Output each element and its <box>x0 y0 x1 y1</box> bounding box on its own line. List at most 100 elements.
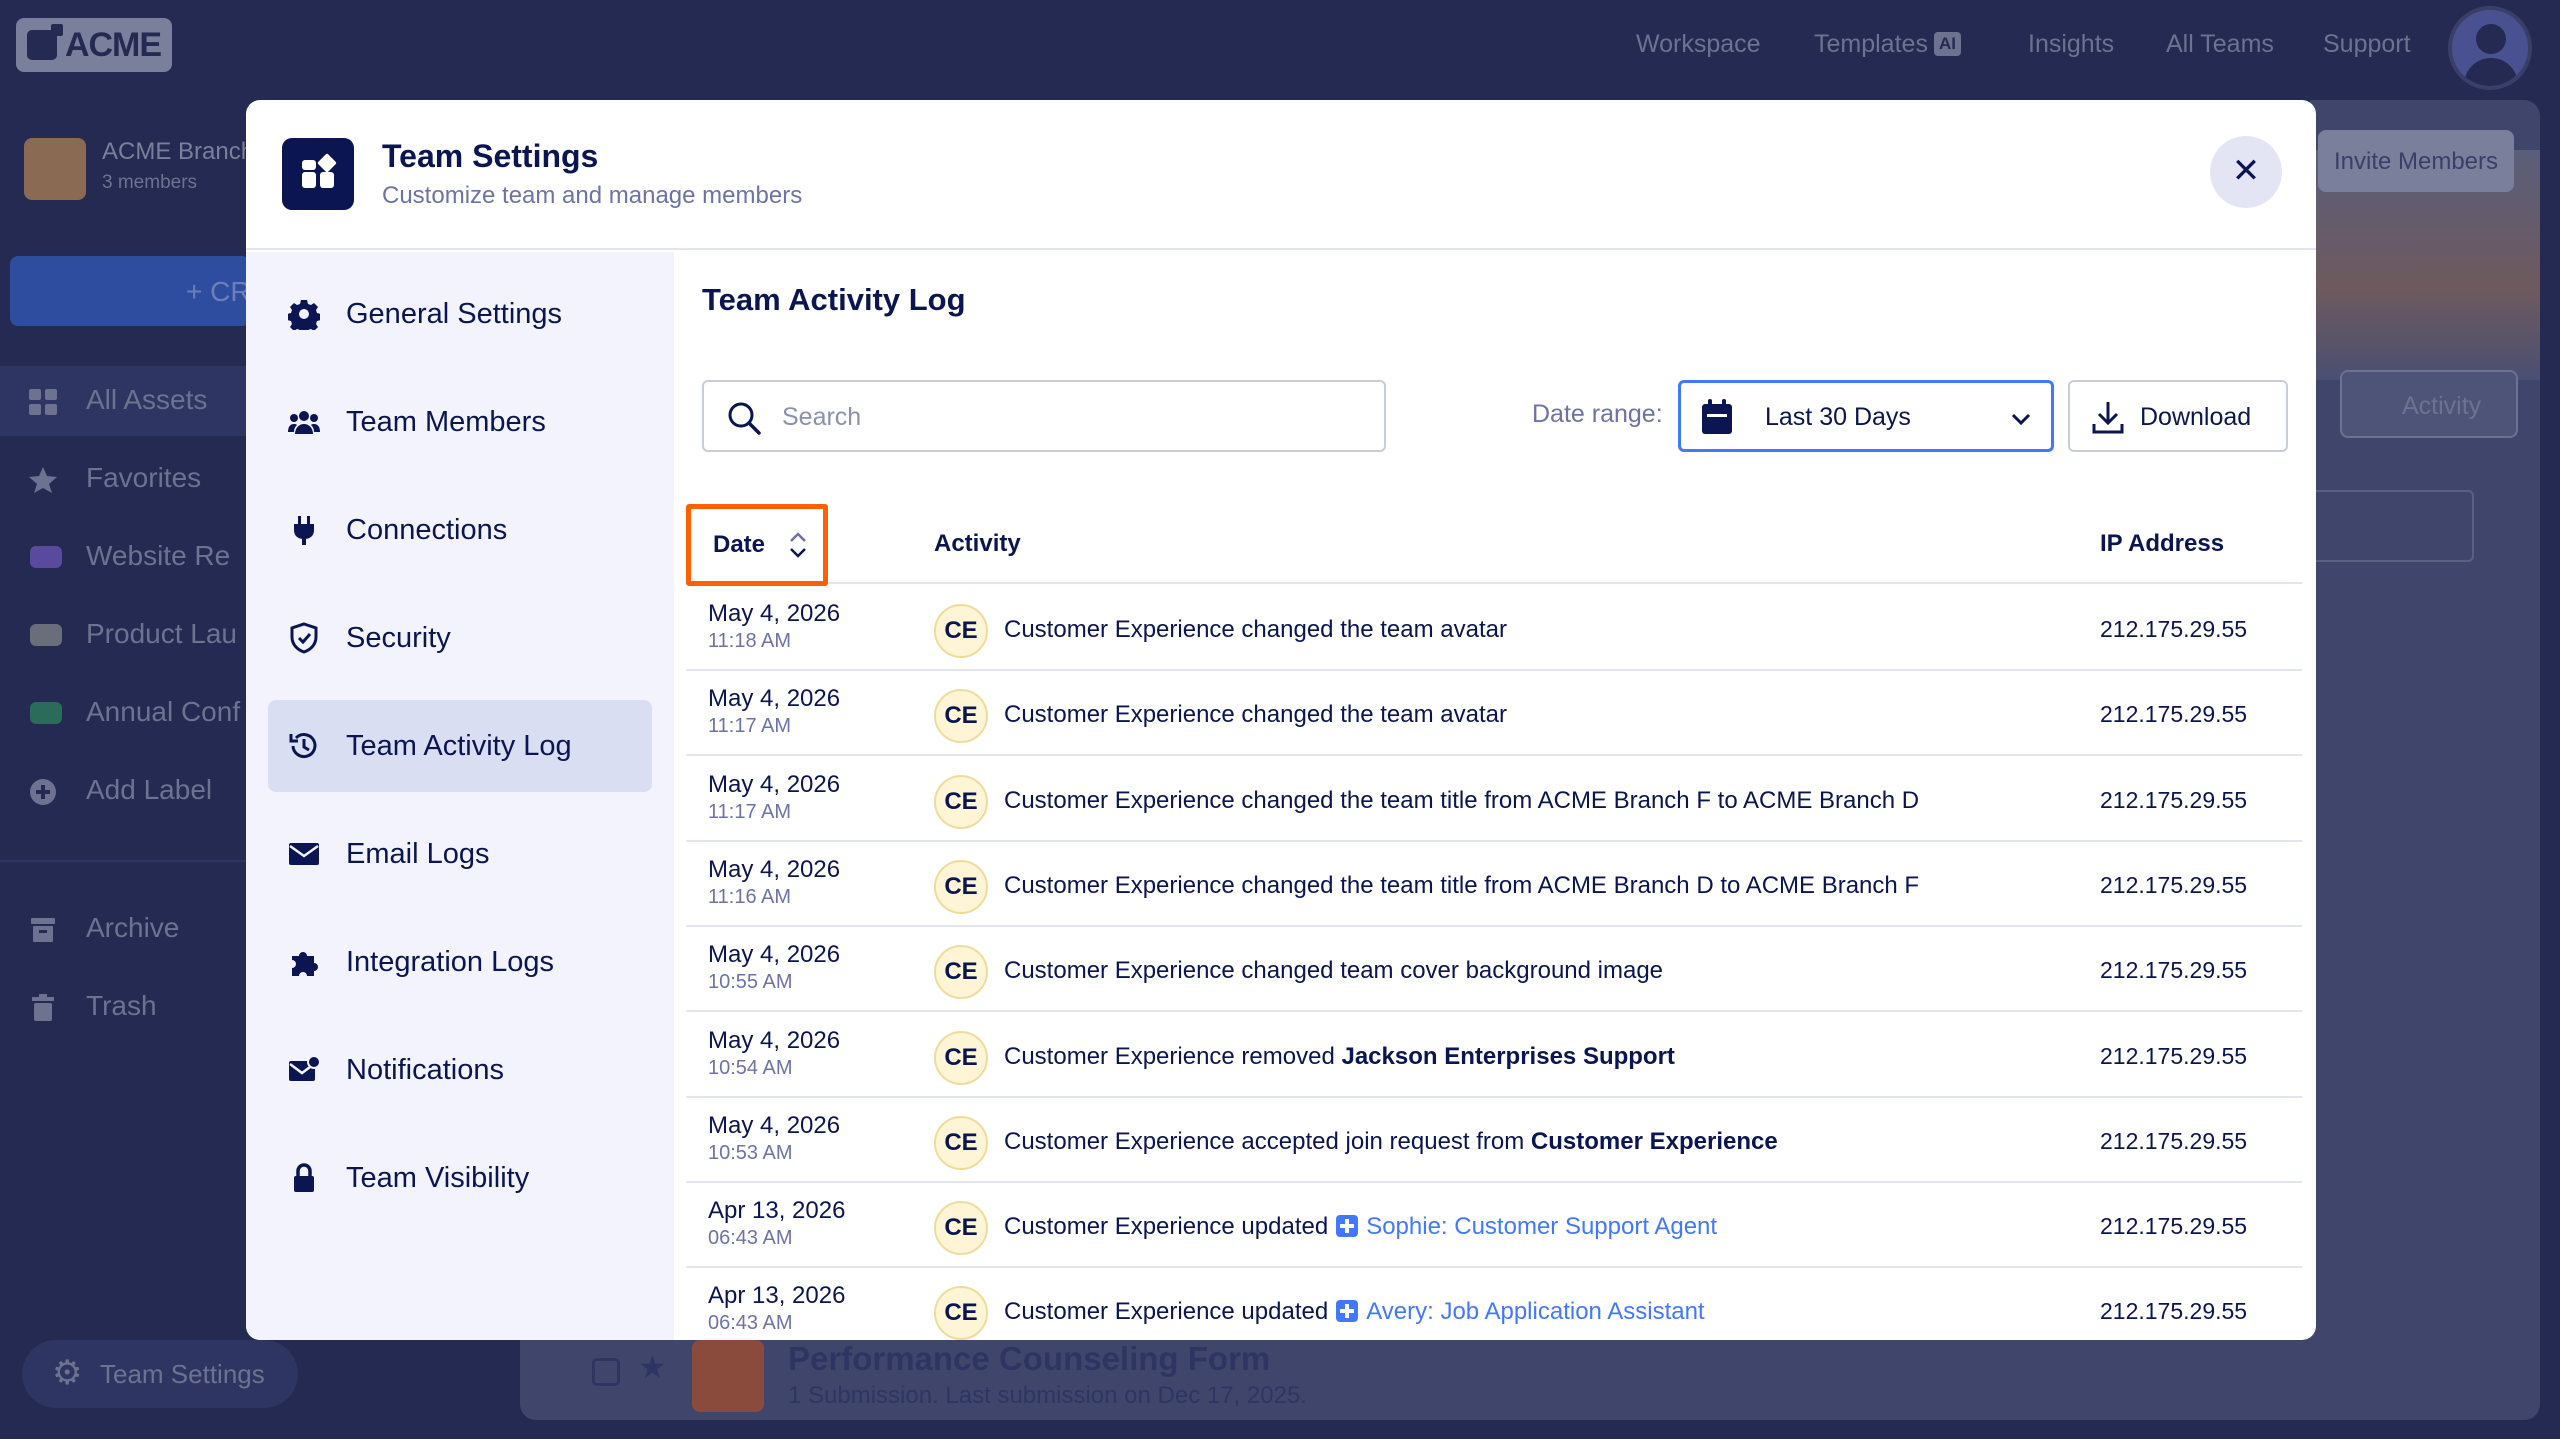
star-icon <box>29 467 57 493</box>
form-title: Performance Counseling Form <box>788 1340 1271 1377</box>
ai-agent-icon <box>1336 1215 1359 1238</box>
form-icon <box>692 1340 764 1412</box>
row-ip-address: 212.175.29.55 <box>2100 616 2248 642</box>
sidebar-item-label-website[interactable]: Website Re <box>0 522 250 592</box>
sidebar-divider <box>0 860 250 862</box>
nav-insights[interactable]: Insights <box>2028 30 2114 59</box>
user-avatar: CE <box>934 945 988 1000</box>
row-date: Apr 13, 2026 <box>708 1197 846 1225</box>
row-time: 11:16 AM <box>708 885 792 908</box>
nav-label: Team Visibility <box>346 1162 530 1194</box>
sidebar-item-favorites[interactable]: Favorites <box>0 444 250 514</box>
activity-text: Customer Experience updated <box>1004 1298 1329 1326</box>
add-label-button[interactable]: Add Label <box>0 756 250 826</box>
plus-circle-icon <box>30 779 56 805</box>
invite-members-button[interactable]: Invite Members <box>2318 130 2514 192</box>
download-label: Download <box>2140 403 2252 431</box>
users-icon <box>288 411 320 434</box>
close-button[interactable]: ✕ <box>2210 136 2282 208</box>
row-date: May 4, 2026 <box>708 1111 841 1139</box>
settings-nav: General Settings Team Members Connection… <box>246 252 674 1340</box>
date-range-select[interactable]: Last 30 Days <box>1678 380 2054 452</box>
row-time: 10:55 AM <box>708 971 793 994</box>
history-icon <box>289 733 317 759</box>
activity-text: Customer Experience removed <box>1004 1042 1342 1070</box>
nav-general-settings[interactable]: General Settings <box>268 268 652 360</box>
row-date: May 4, 2026 <box>708 855 841 883</box>
table-row: Apr 13, 2026 06:43 AM CE Customer Experienc… <box>686 1183 2302 1269</box>
trash-icon <box>32 994 54 1021</box>
activity-text: Customer Experience changed the team ava… <box>1004 701 1507 729</box>
create-button[interactable]: + CR <box>10 256 250 326</box>
envelope-icon <box>289 843 319 865</box>
row-activity: Customer Experience changed the team ava… <box>1004 701 1507 729</box>
nav-templates[interactable]: Templates AI <box>1814 30 1961 59</box>
nav-label: Connections <box>346 514 508 546</box>
nav-label: Integration Logs <box>346 946 554 978</box>
row-date: Apr 13, 2026 <box>708 1282 846 1310</box>
date-range-label: Date range: <box>1532 400 1663 428</box>
nav-connections[interactable]: Connections <box>268 484 652 576</box>
table-row: May 4, 2026 10:53 AM CE Customer Experience… <box>686 1098 2302 1183</box>
user-avatar: CE <box>934 604 988 658</box>
row-activity: Customer Experience updated Sophie: Custo… <box>1004 1213 1717 1241</box>
row-activity: Customer Experience updated Avery: Job Ap… <box>1004 1298 1705 1326</box>
activity-link[interactable]: Sophie: Customer Support Agent <box>1366 1213 1717 1240</box>
acme-logo[interactable]: ACME <box>16 18 172 72</box>
nav-security[interactable]: Security <box>268 592 652 684</box>
activity-text: Customer Experience accepted join reques… <box>1004 1127 1531 1155</box>
team-settings-modal: Team Settings Customize team and manage … <box>246 100 2316 1340</box>
table-header: Date Activity IP Address <box>686 504 2302 586</box>
table-row: May 4, 2026 10:54 AM CE Customer Experience… <box>686 1013 2302 1098</box>
user-avatar[interactable] <box>2448 6 2532 90</box>
activity-label: Activity <box>2402 392 2482 420</box>
star-icon[interactable]: ★ <box>638 1348 667 1386</box>
row-checkbox[interactable] <box>592 1358 620 1386</box>
activity-subject: Customer Experience <box>1530 1127 1778 1155</box>
nav-workspace[interactable]: Workspace <box>1636 30 1761 59</box>
table-row: May 4, 2026 11:18 AM CE Customer Experience… <box>686 586 2302 671</box>
nav-templates-label: Templates <box>1814 30 1928 58</box>
date-column-header[interactable]: Date <box>686 504 828 586</box>
shield-icon <box>290 622 318 654</box>
nav-label: General Settings <box>346 298 563 330</box>
sidebar-item-label-product[interactable]: Product Lau <box>0 600 250 670</box>
nav-team-activity-log[interactable]: Team Activity Log <box>268 700 652 792</box>
search-icon <box>728 402 761 435</box>
user-avatar: CE <box>934 1030 988 1085</box>
nav-all-teams[interactable]: All Teams <box>2166 30 2274 59</box>
sidebar-item-all-assets[interactable]: All Assets <box>0 366 250 436</box>
search-input[interactable] <box>782 400 1362 434</box>
gear-icon <box>288 300 320 330</box>
panel-title: Team Activity Log <box>702 282 966 317</box>
modal-header: Team Settings Customize team and manage … <box>246 100 2316 250</box>
search-box[interactable] <box>702 380 1386 452</box>
table-row: May 4, 2026 11:17 AM CE Customer Experience… <box>686 757 2302 842</box>
nav-support[interactable]: Support <box>2323 30 2411 59</box>
nav-team-visibility[interactable]: Team Visibility <box>268 1132 652 1224</box>
gear-icon: ⚙ <box>52 1354 83 1392</box>
nav-email-logs[interactable]: Email Logs <box>268 808 652 900</box>
user-avatar: CE <box>934 859 988 914</box>
nav-integration-logs[interactable]: Integration Logs <box>268 916 652 1008</box>
plug-icon <box>294 516 314 545</box>
archive-icon <box>31 918 55 942</box>
mail-bell-icon <box>289 1055 320 1081</box>
sidebar-item-archive[interactable]: Archive <box>0 894 250 964</box>
download-button[interactable]: Download <box>2068 380 2288 452</box>
team-settings-icon <box>282 138 354 210</box>
sidebar-item-label: Annual Conf <box>86 696 241 727</box>
ai-badge: AI <box>1933 32 1961 56</box>
activity-link[interactable]: Avery: Job Application Assistant <box>1366 1298 1704 1325</box>
nav-notifications[interactable]: Notifications <box>268 1024 652 1116</box>
grid-icon <box>29 389 57 415</box>
label-icon <box>30 702 62 724</box>
row-ip-address: 212.175.29.55 <box>2100 1298 2248 1325</box>
team-name: ACME Branch <box>102 138 255 165</box>
nav-team-members[interactable]: Team Members <box>268 376 652 468</box>
sidebar-item-label-annual[interactable]: Annual Conf <box>0 678 250 748</box>
team-settings-button[interactable]: ⚙ Team Settings <box>22 1340 298 1408</box>
user-avatar: CE <box>934 1201 988 1256</box>
sidebar-item-trash[interactable]: Trash <box>0 972 250 1042</box>
activity-button[interactable]: Activity <box>2340 370 2518 438</box>
